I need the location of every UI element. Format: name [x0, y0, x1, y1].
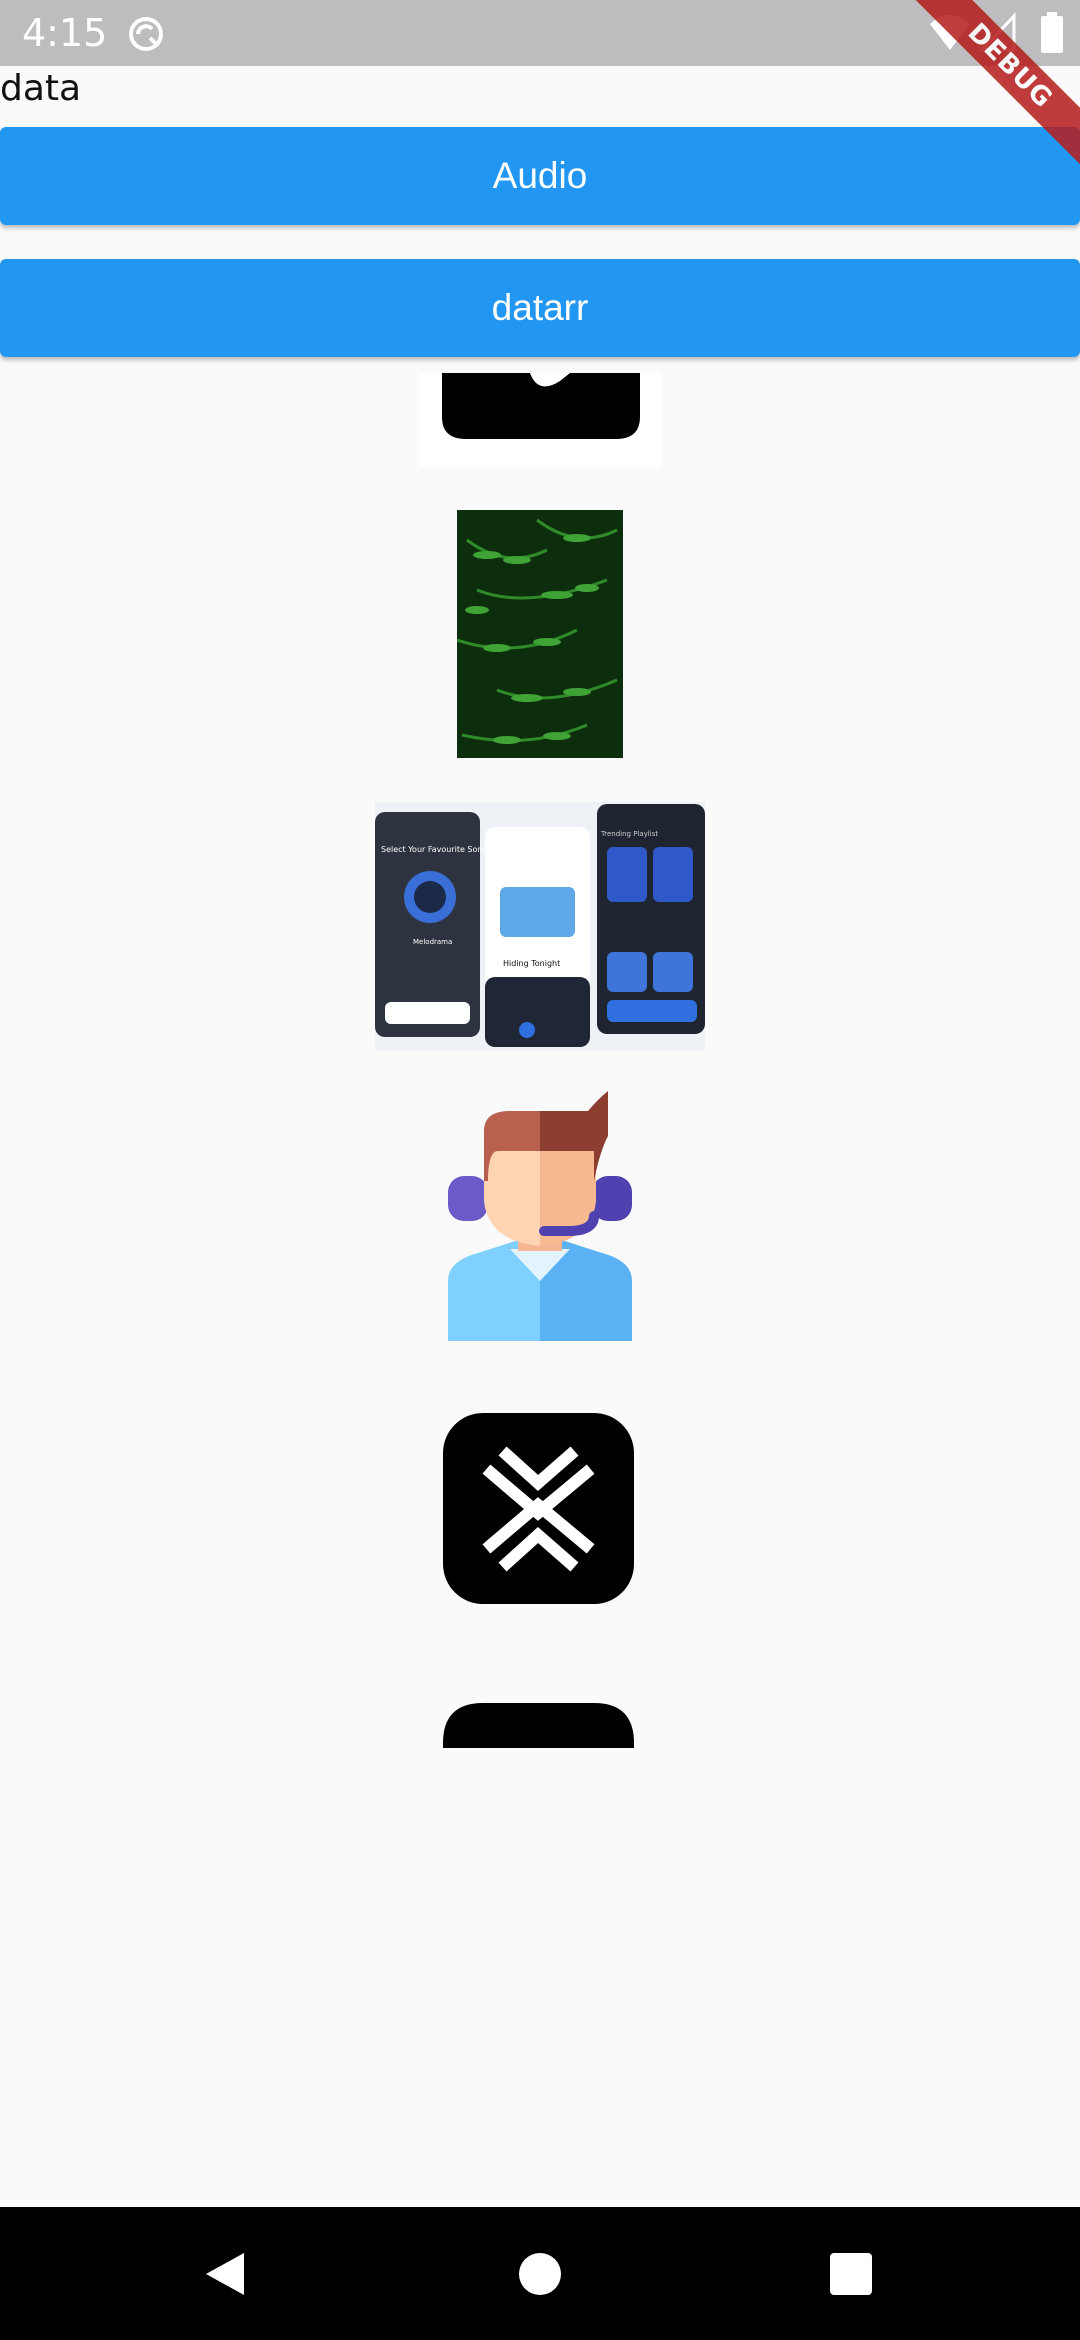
image-list[interactable]: Select Your Favourite Song Melodrama Hid…	[0, 373, 1080, 1748]
recents-icon[interactable]	[826, 2249, 876, 2299]
data-label: data	[0, 68, 82, 109]
status-bar: 4:15	[0, 0, 1080, 66]
datarr-button[interactable]: datarr	[0, 259, 1080, 357]
black-app-logo-icon	[443, 1703, 634, 1748]
support-agent-avatar	[448, 1091, 632, 1341]
x-arrows-logo-icon	[443, 1413, 634, 1604]
battery-icon	[1041, 12, 1063, 53]
fern-leaves-photo	[457, 510, 623, 758]
audio-button[interactable]: Audio	[0, 127, 1080, 225]
music-song-title-text: Melodrama	[413, 938, 452, 946]
music-select-song-text: Select Your Favourite Song	[381, 845, 488, 854]
status-time: 4:15	[22, 11, 108, 55]
black-app-logo-icon	[442, 373, 640, 439]
music-app-screens: Select Your Favourite Song Melodrama Hid…	[375, 802, 705, 1050]
black-app-logo-image	[443, 1703, 634, 1748]
back-icon[interactable]	[200, 2249, 250, 2299]
black-app-logo-image	[420, 373, 662, 467]
sync-icon	[129, 17, 163, 51]
music-trending-text: Trending Playlist	[600, 830, 658, 838]
music-now-playing-text: Hiding Tonight	[503, 959, 560, 968]
navigation-bar	[0, 2207, 1080, 2340]
x-arrows-logo	[443, 1413, 634, 1604]
home-icon[interactable]	[515, 2249, 565, 2299]
